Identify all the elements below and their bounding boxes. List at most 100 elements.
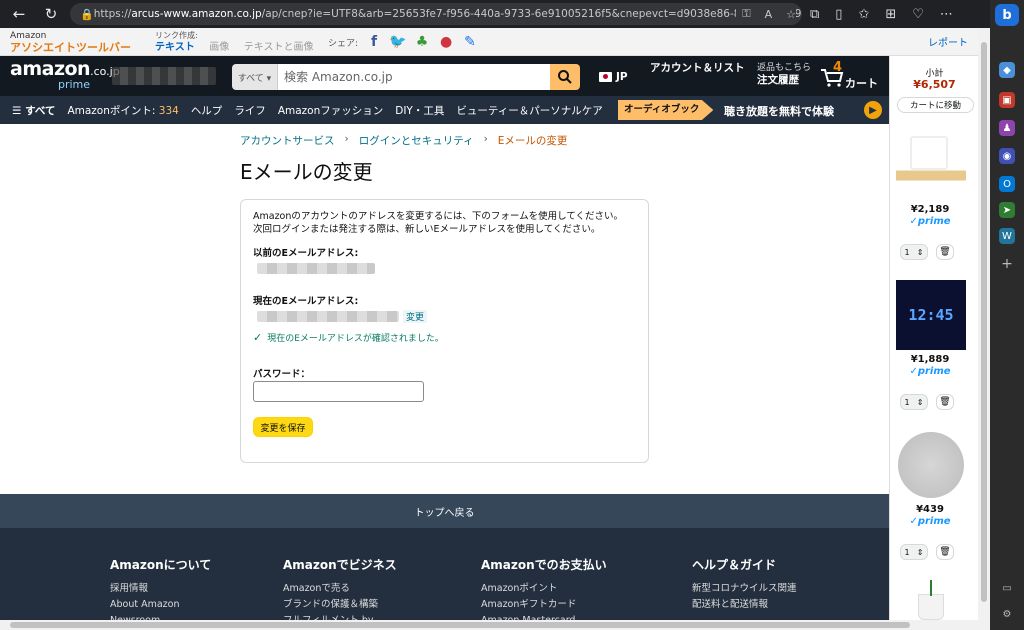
link-option-image[interactable]: 画像 xyxy=(209,42,229,53)
add-icon[interactable]: + xyxy=(999,256,1015,272)
footer-link[interactable]: 新型コロナウイルス関連 xyxy=(692,581,812,597)
product-image-cup[interactable] xyxy=(896,580,966,620)
favorite-icon[interactable]: ☆ xyxy=(786,8,796,21)
delivery-address-blurred[interactable] xyxy=(112,67,216,85)
lock-icon[interactable]: 🔒 xyxy=(80,8,94,21)
refresh-icon[interactable]: ↻ xyxy=(38,1,64,27)
footer-heading: Amazonでのお支払い xyxy=(481,558,607,572)
logo-word: amazon xyxy=(10,58,91,80)
breadcrumb-separator: › xyxy=(344,133,349,145)
go-to-cart-button[interactable]: カートに移動 xyxy=(897,97,974,113)
horizontal-scrollbar[interactable] xyxy=(0,620,990,630)
favorites-icon[interactable]: ✩ xyxy=(858,7,869,22)
footer-column-about: Amazonについて 採用情報 About Amazon Newsroom xyxy=(110,556,211,629)
language-selector[interactable]: JP xyxy=(616,71,628,83)
prime-badge: ✓prime xyxy=(909,516,951,527)
extensions-icon[interactable]: ⧉ xyxy=(810,7,819,22)
delete-icon[interactable]: 🗑 xyxy=(936,544,954,560)
associate-toolbar: Amazon アソシエイトツールバー リンク作成: テキスト 画像 テキストと画… xyxy=(0,28,978,56)
footer-link[interactable]: Amazonポイント xyxy=(481,581,607,597)
more-icon[interactable]: ⋯ xyxy=(940,7,953,22)
item-price: ¥2,189 xyxy=(910,204,950,215)
cart-label: カート xyxy=(845,77,878,90)
search-button[interactable] xyxy=(550,64,580,90)
nav-item-life[interactable]: ライフ xyxy=(234,103,266,118)
read-aloud-icon[interactable]: A xyxy=(765,8,773,21)
quantity-select[interactable]: 1 ⇕ xyxy=(900,244,928,260)
tag-icon[interactable]: ◆ xyxy=(999,62,1015,78)
sidebar-toggle-icon[interactable]: ▭ xyxy=(999,580,1015,596)
audiobook-promo[interactable]: オーディオブック 聴き放題を無料で体験 ▶ xyxy=(614,96,889,124)
vertical-scrollbar[interactable] xyxy=(978,28,990,620)
blog-icon[interactable]: ✎ xyxy=(462,34,478,50)
url-host: arcus-www.amazon.co.jp xyxy=(131,8,262,20)
password-input[interactable] xyxy=(253,381,424,402)
copilot-icon[interactable]: ◉ xyxy=(999,148,1015,164)
item-price: ¥439 xyxy=(916,504,944,515)
send-icon[interactable]: ➤ xyxy=(999,202,1015,218)
facebook-icon[interactable]: f xyxy=(366,34,382,50)
japan-flag-icon[interactable] xyxy=(599,72,612,82)
link-option-text-image[interactable]: テキストと画像 xyxy=(244,42,314,53)
games-icon[interactable]: ♟ xyxy=(999,120,1015,136)
report-link[interactable]: レポート xyxy=(928,34,968,49)
intro-line-1: Amazonのアカウントのアドレスを変更するには、下のフォームを使用してください… xyxy=(253,211,624,222)
subtotal-value: ¥6,507 xyxy=(913,78,956,91)
link-create-label: リンク作成: xyxy=(155,31,198,40)
settings-icon[interactable]: ⚙ xyxy=(999,606,1015,622)
search-input[interactable] xyxy=(278,64,550,90)
breadcrumb: アカウントサービス › ログインとセキュリティ › Eメールの変更 xyxy=(240,133,567,148)
line-icon[interactable]: ● xyxy=(438,34,454,50)
checkmark-icon: ✓ xyxy=(253,331,263,344)
outlook-icon[interactable]: O xyxy=(999,176,1015,192)
nav-points[interactable]: Amazonポイント: 334 xyxy=(67,103,178,118)
footer-link[interactable]: 採用情報 xyxy=(110,581,211,597)
address-bar[interactable]: 🔒 https://arcus-www.amazon.co.jp/ap/cnep… xyxy=(70,3,802,25)
back-to-top-button[interactable]: トップへ戻る xyxy=(0,494,889,528)
key-icon[interactable]: ⚿ xyxy=(742,7,750,21)
change-email-link[interactable]: 変更 xyxy=(403,310,428,323)
product-image-led-clock[interactable]: 12:45 xyxy=(896,280,966,350)
toolbox-icon[interactable]: ▣ xyxy=(999,92,1015,108)
split-icon[interactable]: ▯ xyxy=(835,7,842,22)
search-department-select[interactable]: すべて ▾ xyxy=(232,64,278,90)
orders[interactable]: 返品もこちら 注文履歴 xyxy=(757,62,811,86)
back-icon[interactable]: ← xyxy=(6,1,32,27)
amazon-logo[interactable]: amazon.co.jp prime xyxy=(10,60,120,92)
save-changes-button[interactable]: 変更を保存 xyxy=(253,417,313,437)
link-option-text[interactable]: テキスト xyxy=(155,42,195,53)
all-menu-button[interactable]: ☰ すべて xyxy=(12,103,55,118)
footer-heading: Amazonについて xyxy=(110,558,212,572)
breadcrumb-login-security[interactable]: ログインとセキュリティ xyxy=(359,133,474,148)
wordpress-icon[interactable]: W xyxy=(999,228,1015,244)
quantity-select[interactable]: 1 ⇕ xyxy=(900,544,928,560)
account-lists[interactable]: アカウント＆リスト xyxy=(650,62,745,74)
intro-text: Amazonのアカウントのアドレスを変更するには、下のフォームを使用してください… xyxy=(253,210,643,236)
collections-icon[interactable]: ⊞ xyxy=(885,7,896,22)
scrollbar-thumb[interactable] xyxy=(981,42,987,602)
delete-icon[interactable]: 🗑 xyxy=(936,394,954,410)
breadcrumb-account-services[interactable]: アカウントサービス xyxy=(240,133,335,148)
footer-link[interactable]: ブランドの保護＆構築 xyxy=(283,597,397,613)
bing-chat-icon[interactable]: b xyxy=(995,4,1019,26)
delete-icon[interactable]: 🗑 xyxy=(936,244,954,260)
cart-button[interactable]: 4 カート xyxy=(820,60,880,90)
product-image-round-mat[interactable] xyxy=(896,430,966,500)
twitter-icon[interactable]: 🐦 xyxy=(389,34,406,50)
nav-item-fashion[interactable]: Amazonファッション xyxy=(278,103,383,118)
footer-link[interactable]: About Amazon xyxy=(110,597,211,613)
footer-link[interactable]: Amazonで売る xyxy=(283,581,397,597)
hatena-icon[interactable]: ♣ xyxy=(414,34,430,50)
scrollbar-thumb[interactable] xyxy=(10,622,910,628)
logo-prime: prime xyxy=(58,78,91,91)
footer-link[interactable]: 配送料と配送情報 xyxy=(692,597,812,613)
quantity-select[interactable]: 1 ⇕ xyxy=(900,394,928,410)
stepper-icon: ⇕ xyxy=(916,247,924,257)
product-image-desk-shelf[interactable] xyxy=(896,130,966,200)
nav-item-diy[interactable]: DIY・工具 xyxy=(395,103,444,118)
performance-icon[interactable]: ♡ xyxy=(912,7,924,22)
breadcrumb-current: Eメールの変更 xyxy=(497,135,568,147)
nav-item-beauty[interactable]: ビューティー＆パーソナルケア xyxy=(456,103,602,118)
footer-link[interactable]: Amazonギフトカード xyxy=(481,597,607,613)
nav-item-help[interactable]: ヘルプ xyxy=(191,103,223,118)
